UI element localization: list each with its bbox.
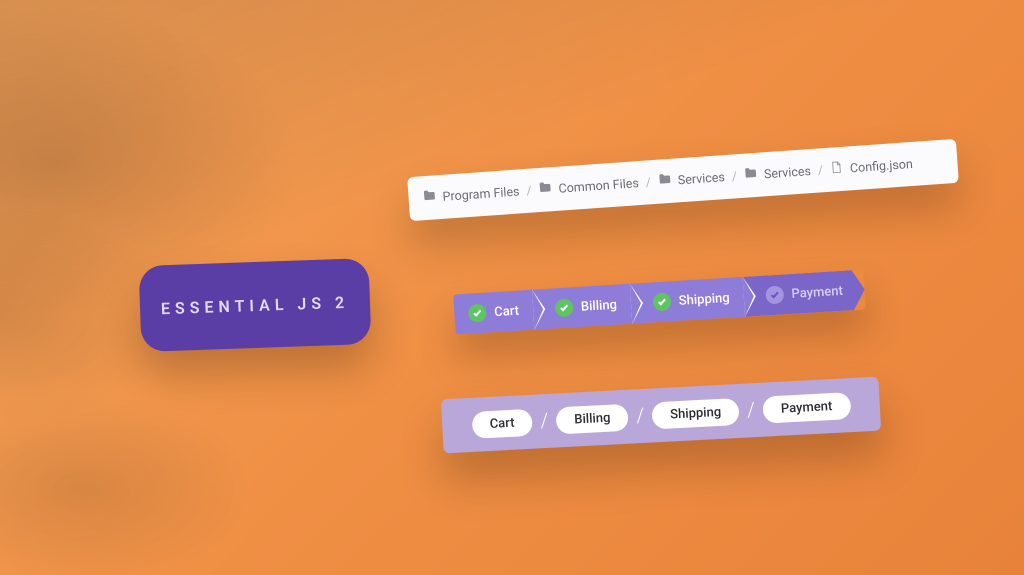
step-label: Payment: [791, 283, 843, 301]
path-separator: /: [526, 183, 532, 198]
folder-icon: [657, 172, 672, 191]
path-breadcrumb: Program Files / Common Files / Services …: [407, 139, 959, 221]
path-item-label[interactable]: Common Files: [558, 176, 639, 197]
pill-cart[interactable]: Cart: [471, 408, 533, 438]
folder-icon: [538, 180, 553, 199]
essential-js-badge: ESSENTIAL JS 2: [139, 258, 372, 352]
pending-check-icon: [765, 285, 784, 304]
path-item-label[interactable]: Services: [763, 164, 811, 182]
file-icon: [829, 160, 844, 179]
check-icon: [554, 298, 573, 317]
step-label: Billing: [580, 297, 617, 314]
path-item-label[interactable]: Program Files: [442, 184, 520, 204]
pill-billing[interactable]: Billing: [556, 403, 629, 434]
step-payment[interactable]: Payment: [742, 269, 866, 316]
pill-payment[interactable]: Payment: [762, 392, 851, 424]
folder-icon: [422, 188, 437, 207]
pill-shipping[interactable]: Shipping: [652, 397, 740, 429]
pill-separator: /: [746, 397, 755, 421]
path-item-label[interactable]: Services: [677, 170, 725, 188]
step-billing[interactable]: Billing: [532, 284, 632, 330]
pill-separator: /: [540, 408, 549, 432]
step-label: Shipping: [678, 290, 730, 308]
path-separator: /: [645, 175, 651, 190]
path-separator: /: [731, 169, 737, 184]
step-shipping[interactable]: Shipping: [630, 277, 745, 324]
pill-separator: /: [636, 403, 645, 427]
checkout-stepper: Cart Billing Shipping Payment: [453, 269, 866, 334]
badge-label: ESSENTIAL JS 2: [161, 292, 350, 318]
check-icon: [652, 292, 671, 311]
pill-breadcrumb: Cart / Billing / Shipping / Payment: [441, 377, 881, 454]
step-label: Cart: [494, 303, 520, 319]
path-item-label[interactable]: Config.json: [849, 156, 913, 175]
step-cart[interactable]: Cart: [453, 290, 534, 335]
path-separator: /: [817, 163, 823, 178]
folder-icon: [743, 166, 758, 185]
check-icon: [468, 304, 487, 323]
